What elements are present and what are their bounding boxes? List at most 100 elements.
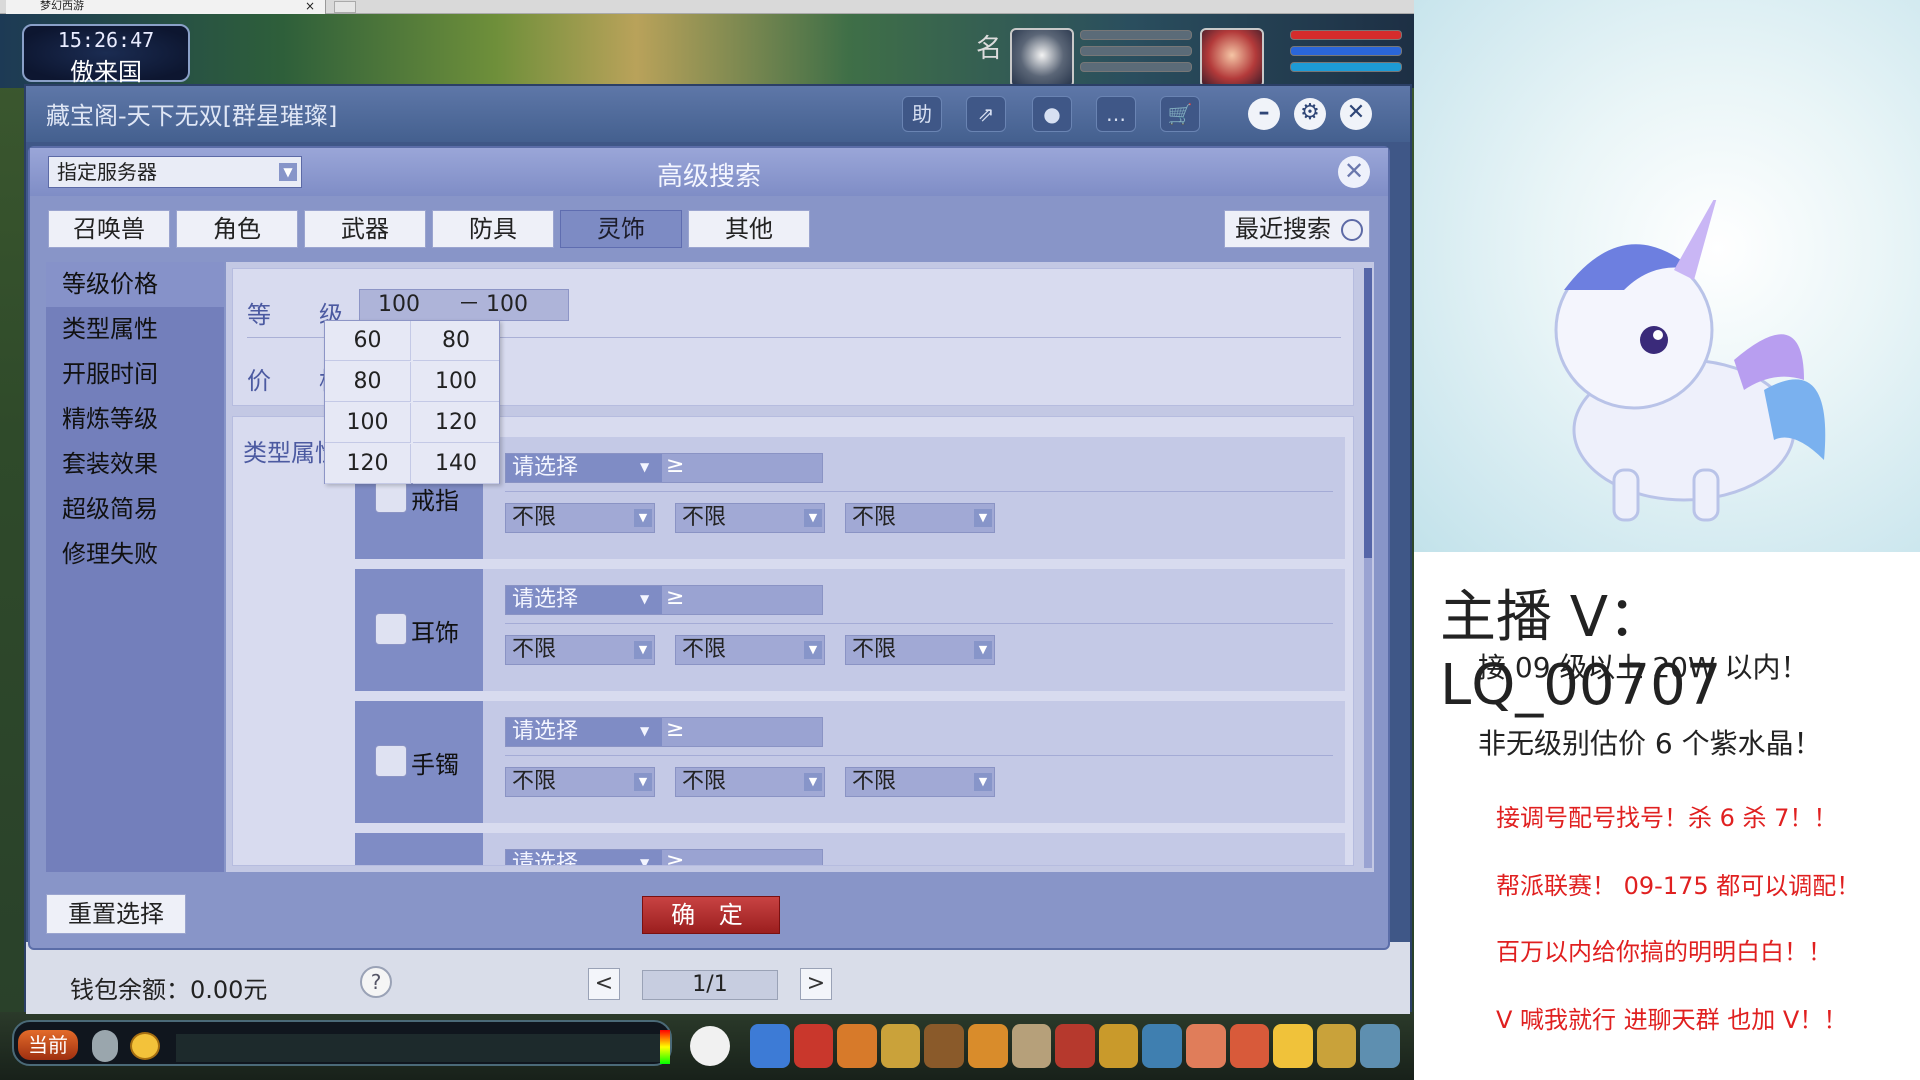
confirm-button[interactable]: 确 定 [642,896,780,934]
overlay-red-line-2: 帮派联赛！ 09-175 都可以调配！ [1496,872,1861,900]
tab-other[interactable]: 其他 [688,210,810,248]
coin-icon[interactable] [880,1024,921,1068]
level-option[interactable]: 80 [325,362,411,402]
scroll-map-icon[interactable] [1142,1024,1182,1068]
bracelet-filter-2[interactable]: 不限 ▼ [675,767,825,797]
level-option[interactable]: 80 [413,321,499,361]
hero-portrait[interactable] [1200,28,1264,88]
bracelet-checkbox[interactable] [375,745,407,777]
divider [505,491,1333,492]
ring-filter-2[interactable]: 不限 ▼ [675,503,825,533]
ring-filter-3[interactable]: 不限 ▼ [845,503,995,533]
chat-channel-tab[interactable]: 当前 [18,1030,78,1060]
bracelet-filter-1[interactable]: 不限 ▼ [505,767,655,797]
ring-attr-select[interactable]: 请选择 ▼ ≥ [505,453,823,483]
level-option[interactable]: 140 [413,444,499,484]
microphone-icon[interactable] [92,1030,118,1062]
peach-icon[interactable] [1185,1024,1226,1068]
level-option[interactable]: 100 [325,403,411,443]
server-select[interactable]: 指定服务器 ▼ [48,156,302,188]
close-icon[interactable]: ✕ [1340,98,1372,130]
browser-tab-title: 梦幻西游 [40,0,84,12]
side-item-type-attr[interactable]: 类型属性 [46,307,224,352]
ge-symbol: ≥ [666,585,685,610]
side-item-repair-fail[interactable]: 修理失败 [46,532,224,577]
earring-filter-2[interactable]: 不限 ▼ [675,635,825,665]
chest-icon[interactable] [793,1024,834,1068]
ring-checkbox[interactable] [375,481,407,513]
level-range-input[interactable]: 100 － 100 [359,289,569,321]
clock-time: 15:26:47 [57,28,155,52]
side-item-refine-level[interactable]: 精炼等级 [46,397,224,442]
share-icon[interactable]: ⇗ [966,96,1006,132]
filter-value: 不限 [682,505,727,530]
level-option[interactable]: 100 [413,362,499,402]
partial-attr-select[interactable]: 请选择 ▼ ≥ [505,849,823,865]
chat-input[interactable] [176,1034,660,1062]
side-item-level-price[interactable]: 等级价格 [46,262,224,307]
filter-value: 不限 [682,769,727,794]
attr-select-value: 请选择 [506,718,662,746]
system-icon[interactable] [1360,1024,1400,1068]
earring-checkbox[interactable] [375,613,407,645]
scroll-icon[interactable] [837,1024,877,1068]
people-icon[interactable] [924,1024,964,1068]
filter-value: 不限 [852,769,897,794]
browser-tab-close-icon[interactable]: × [305,0,315,12]
smile-icon[interactable] [1273,1024,1313,1068]
attr-select-value: 请选择 [506,586,662,614]
tab-weapon[interactable]: 武器 [304,210,426,248]
new-tab-button[interactable] [334,1,356,13]
level-option[interactable]: 120 [325,444,411,484]
minimize-icon[interactable]: – [1248,98,1280,130]
cat-icon[interactable] [690,1026,730,1066]
chat-icon[interactable]: … [1096,96,1136,132]
reset-button[interactable]: 重置选择 [46,894,186,934]
earring-label: 耳饰 [411,619,459,647]
hand-icon[interactable] [1229,1024,1270,1068]
pet-status-bars [1080,30,1192,86]
bag-icon[interactable] [967,1024,1008,1068]
side-item-server-time[interactable]: 开服时间 [46,352,224,397]
overlay-red-line-1: 接调号配号找号！杀 6 杀 7！！ [1496,804,1838,832]
cart-icon[interactable]: 🛒 [1160,96,1200,132]
side-item-super-easy[interactable]: 超级简易 [46,487,224,532]
earring-attr-select[interactable]: 请选择 ▼ ≥ [505,585,823,615]
side-item-set-effect[interactable]: 套装效果 [46,442,224,487]
scrollbar[interactable] [1364,268,1372,868]
map-icon[interactable] [1011,1024,1052,1068]
bracelet-attr-select[interactable]: 请选择 ▼ ≥ [505,717,823,747]
sword-icon[interactable] [750,1024,790,1068]
next-page-button[interactable]: > [800,968,832,1000]
chevron-down-icon: ▼ [804,509,822,527]
flag-icon[interactable] [1055,1024,1095,1068]
tab-role[interactable]: 角色 [176,210,298,248]
help-button[interactable]: 助 [902,96,942,132]
dialog-close-icon[interactable]: ✕ [1338,156,1370,188]
browser-tab[interactable]: 梦幻西游 × [6,0,326,14]
chevron-down-icon: ▼ [640,460,650,474]
pet-portrait[interactable] [1010,28,1074,88]
prev-page-button[interactable]: < [588,968,620,1000]
divider [505,623,1333,624]
bracelet-filter-3[interactable]: 不限 ▼ [845,767,995,797]
overlay-red-line-3: 百万以内给你搞的明明白白！！ [1496,938,1832,966]
tab-ornament[interactable]: 灵饰 [560,210,682,248]
tab-summon[interactable]: 召唤兽 [48,210,170,248]
level-option[interactable]: 60 [325,321,411,361]
tab-armor[interactable]: 防具 [432,210,554,248]
recent-search-button[interactable]: 最近搜索 [1224,210,1370,248]
earring-filter-3[interactable]: 不限 ▼ [845,635,995,665]
horn-icon[interactable] [1098,1024,1139,1068]
level-option[interactable]: 120 [413,403,499,443]
advanced-search-dialog: 高级搜索 指定服务器 ▼ ✕ 召唤兽 角色 武器 防具 灵饰 其他 最近搜索 等… [28,146,1390,950]
earring-filter-1[interactable]: 不限 ▼ [505,635,655,665]
scrollbar-thumb[interactable] [1364,268,1372,558]
ring-filter-1[interactable]: 不限 ▼ [505,503,655,533]
settings-icon[interactable]: ⚙ [1294,98,1326,130]
record-icon[interactable]: ● [1032,96,1072,132]
filter-value: 不限 [852,637,897,662]
help-icon[interactable]: ? [360,966,392,998]
emote-icon[interactable] [130,1032,160,1060]
gear-badge-icon[interactable] [1316,1024,1357,1068]
